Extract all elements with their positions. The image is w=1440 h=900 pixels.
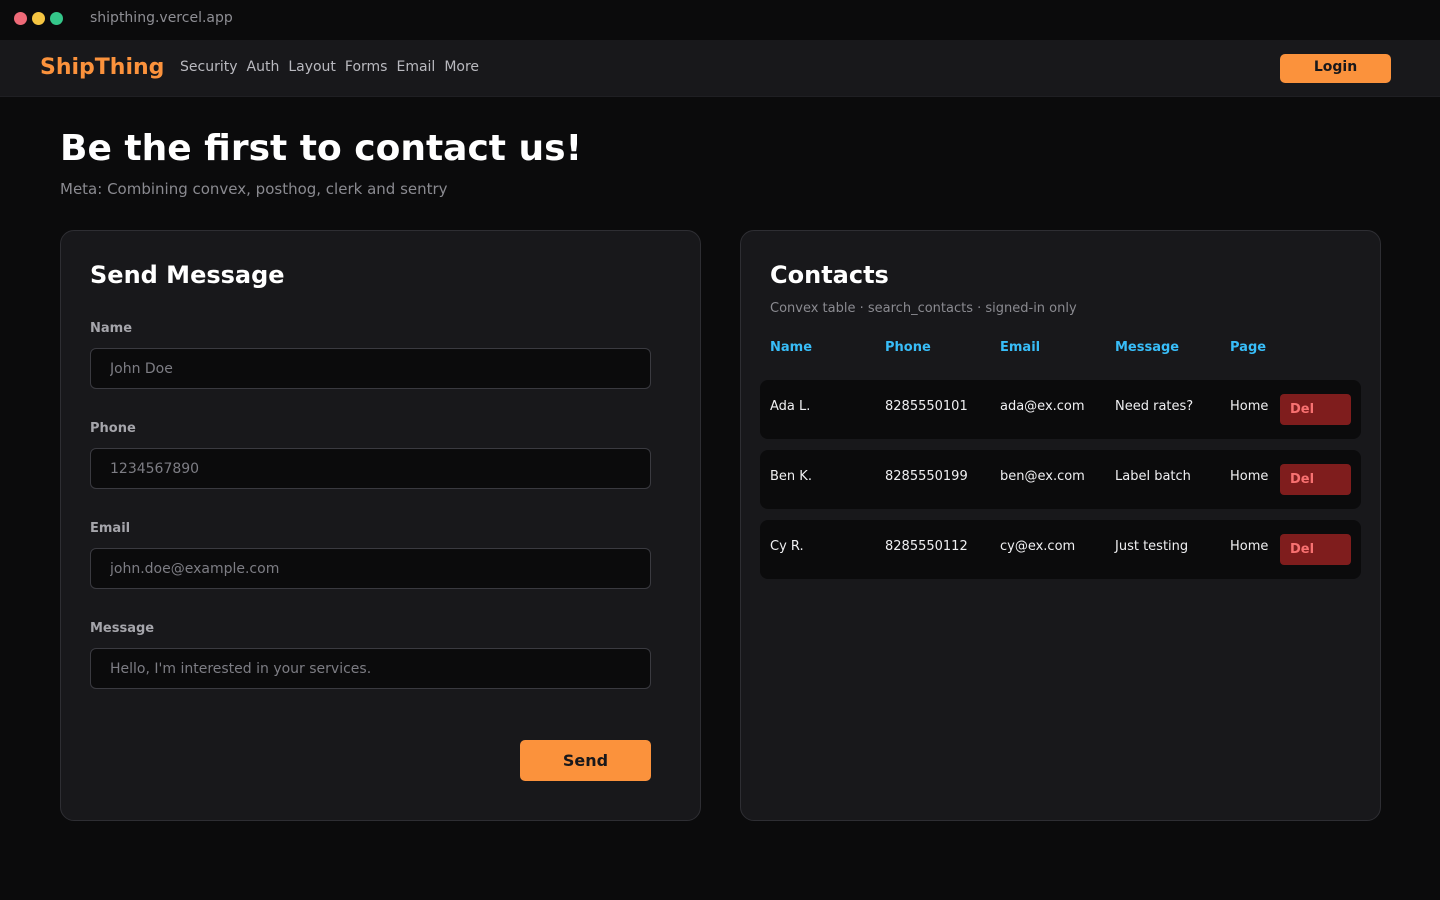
cell-email: ada@ex.com [1000, 399, 1085, 414]
send-button[interactable]: Send [520, 740, 651, 781]
browser-chrome: shipthing.vercel.app [0, 0, 1440, 40]
phone-input[interactable] [90, 448, 651, 489]
email-label: Email [90, 521, 131, 536]
phone-label: Phone [90, 421, 136, 436]
column-header-name[interactable]: Name [770, 340, 812, 355]
name-label: Name [90, 321, 133, 336]
message-label: Message [90, 621, 155, 636]
cell-email: cy@ex.com [1000, 539, 1076, 554]
nav-link-auth[interactable]: Auth [247, 59, 280, 75]
nav-link-security[interactable]: Security [180, 59, 238, 75]
send-message-title: Send Message [90, 261, 285, 289]
cell-name: Ben K. [770, 469, 812, 484]
contacts-title: Contacts [770, 261, 889, 289]
nav-link-layout[interactable]: Layout [288, 59, 336, 75]
cell-phone: 8285550199 [885, 469, 968, 484]
name-input[interactable] [90, 348, 651, 389]
table-row: Ben K. 8285550199 ben@ex.com Label batch… [760, 450, 1361, 509]
delete-button[interactable]: Del [1280, 394, 1351, 425]
brand-logo[interactable]: ShipThing [40, 55, 164, 80]
column-header-phone[interactable]: Phone [885, 340, 931, 355]
window-minimize-dot[interactable] [32, 12, 45, 25]
address-bar-url[interactable]: shipthing.vercel.app [90, 10, 233, 26]
cell-phone: 8285550101 [885, 399, 968, 414]
page-title: Be the first to contact us! [60, 128, 583, 169]
nav-link-more[interactable]: More [444, 59, 479, 75]
table-row: Cy R. 8285550112 cy@ex.com Just testing … [760, 520, 1361, 579]
cell-page: Home [1230, 539, 1269, 554]
window-close-dot[interactable] [14, 12, 27, 25]
cell-message: Need rates? [1115, 399, 1194, 414]
column-header-email[interactable]: Email [1000, 340, 1040, 355]
cell-email: ben@ex.com [1000, 469, 1085, 484]
contacts-subtitle: Convex table · search_contacts · signed-… [770, 301, 1077, 316]
cell-name: Cy R. [770, 539, 804, 554]
email-input[interactable] [90, 548, 651, 589]
cell-page: Home [1230, 469, 1269, 484]
column-header-page[interactable]: Page [1230, 340, 1266, 355]
delete-button[interactable]: Del [1280, 464, 1351, 495]
delete-button[interactable]: Del [1280, 534, 1351, 565]
contacts-card: Contacts Convex table · search_contacts … [740, 230, 1381, 821]
login-button[interactable]: Login [1280, 54, 1391, 83]
cell-message: Just testing [1115, 539, 1189, 554]
cell-name: Ada L. [770, 399, 811, 414]
top-navbar: ShipThing Security Auth Layout Forms Ema… [0, 40, 1440, 97]
nav-link-forms[interactable]: Forms [345, 59, 388, 75]
page-subtitle: Meta: Combining convex, posthog, clerk a… [60, 180, 448, 198]
column-header-message[interactable]: Message [1115, 340, 1179, 355]
nav-links: Security Auth Layout Forms Email More [180, 59, 479, 75]
cell-phone: 8285550112 [885, 539, 968, 554]
window-maximize-dot[interactable] [50, 12, 63, 25]
cell-message: Label batch [1115, 469, 1191, 484]
nav-link-email[interactable]: Email [396, 59, 435, 75]
send-message-card: Send Message Name Phone Email Message Se… [60, 230, 701, 821]
message-input[interactable] [90, 648, 651, 689]
cell-page: Home [1230, 399, 1269, 414]
table-row: Ada L. 8285550101 ada@ex.com Need rates?… [760, 380, 1361, 439]
